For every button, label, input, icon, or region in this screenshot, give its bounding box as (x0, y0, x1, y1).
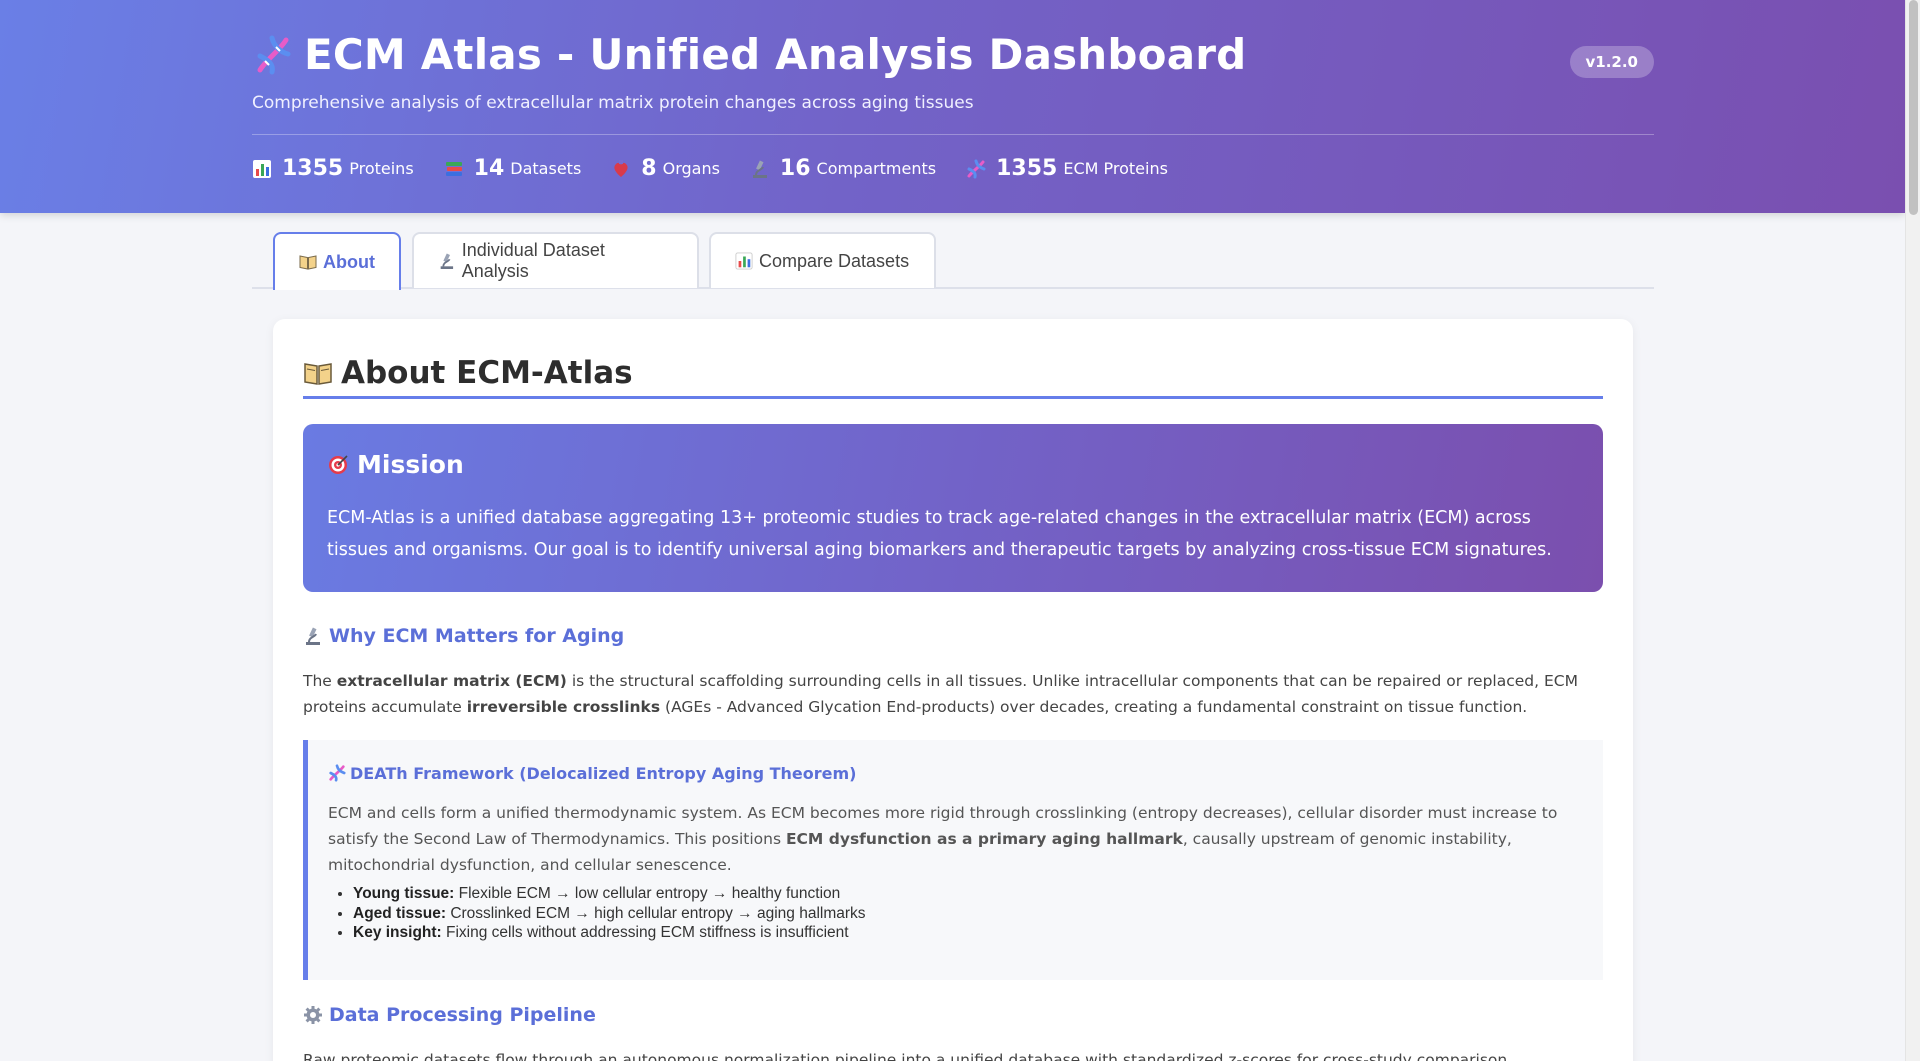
why-text-part: The (303, 672, 337, 690)
tab-compare-datasets[interactable]: Compare Datasets (709, 232, 936, 288)
stat-proteins: 1355 Proteins (252, 156, 414, 181)
header-divider (252, 134, 1654, 135)
framework-text-bold: ECM dysfunction as a primary aging hallm… (785, 830, 1183, 848)
pipeline-heading: Data Processing Pipeline (303, 1004, 596, 1026)
list-item-label: Young tissue: (353, 885, 455, 902)
stat-ecm-proteins: 1355 ECM Proteins (966, 156, 1168, 181)
stat-compartments: 16 Compartments (750, 156, 936, 181)
tab-about[interactable]: About (273, 232, 401, 290)
stat-value: 1355 (282, 156, 344, 181)
bar-chart-icon (735, 252, 753, 270)
book-icon (304, 362, 332, 385)
dna-icon (329, 764, 346, 782)
version-badge: v1.2.0 (1569, 46, 1654, 78)
mission-text: ECM-Atlas is a unified database aggregat… (327, 508, 1552, 560)
pipeline-text: Raw proteomic datasets flow through an a… (303, 1051, 1513, 1061)
list-item-label: Aged tissue: (353, 904, 447, 922)
title-row: ECM Atlas - Unified Analysis Dashboard (252, 30, 1246, 79)
stat-label: Proteins (349, 159, 414, 178)
books-icon (445, 161, 462, 176)
heart-organ-icon (614, 159, 628, 177)
framework-heading: DEATh Framework (Delocalized Entropy Agi… (328, 760, 1583, 786)
list-item: Young tissue: Flexible ECM → low cellula… (353, 884, 1583, 904)
stat-organs: 8 Organs (611, 156, 720, 181)
stat-label: Compartments (816, 159, 937, 178)
stat-value: 1355 (996, 156, 1058, 181)
tab-bar: About Individual Dataset Analysis Compar… (252, 232, 1654, 290)
list-item-text: Flexible ECM → low cellular entropy → he… (454, 885, 841, 902)
app-header: ECM Atlas - Unified Analysis Dashboard v… (0, 0, 1905, 213)
stat-label: ECM Proteins (1063, 159, 1168, 178)
gear-icon (304, 1006, 322, 1024)
mission-panel: Mission ECM-Atlas is a unified database … (303, 424, 1603, 592)
tab-label: Individual Dataset Analysis (461, 240, 605, 281)
dna-icon (967, 159, 986, 178)
tab-individual-dataset-analysis[interactable]: Individual Dataset Analysis (412, 232, 699, 288)
tab-label: About (323, 251, 375, 272)
stat-label: Organs (662, 159, 720, 178)
scrollbar-thumb[interactable] (1909, 0, 1918, 215)
stats-bar: 1355 Proteins 14 Datasets 8 Organs 16 Co… (252, 156, 1198, 181)
list-item-text: Crosslinked ECM → high cellular entropy … (446, 904, 866, 922)
why-text-bold: irreversible crosslinks (466, 698, 661, 716)
list-item-text: Fixing cells without addressing ECM stif… (441, 924, 849, 941)
framework-title: DEATh Framework (Delocalized Entropy Agi… (350, 763, 857, 783)
microscope-icon (306, 627, 320, 645)
about-card: About ECM-Atlas Mission ECM-Atlas is a u… (273, 319, 1633, 1061)
tab-label: Compare Datasets (759, 250, 910, 271)
framework-text: ECM and cells form a unified thermodynam… (328, 800, 1583, 878)
mission-title: Mission (357, 449, 464, 479)
list-item: Aged tissue: Crosslinked ECM → high cell… (353, 904, 1583, 924)
death-framework-panel: DEATh Framework (Delocalized Entropy Agi… (303, 740, 1603, 980)
target-icon (329, 455, 348, 474)
framework-list: Young tissue: Flexible ECM → low cellula… (328, 884, 1583, 943)
book-icon (299, 255, 317, 270)
stat-value: 16 (779, 156, 811, 181)
why-text-part: (AGEs - Advanced Glycation End-products)… (660, 698, 1528, 716)
page-title: ECM Atlas - Unified Analysis Dashboard (304, 30, 1247, 79)
why-ecm-text: The extracellular matrix (ECM) is the st… (303, 668, 1603, 720)
microscope-icon (440, 253, 454, 269)
page-subtitle: Comprehensive analysis of extracellular … (252, 93, 974, 113)
microscope-icon (752, 160, 767, 178)
list-item: Key insight: Fixing cells without addres… (353, 923, 1583, 943)
list-item-label: Key insight: (353, 924, 442, 941)
why-ecm-title: Why ECM Matters for Aging (329, 625, 625, 647)
why-ecm-heading: Why ECM Matters for Aging (303, 625, 624, 647)
pipeline-title: Data Processing Pipeline (329, 1004, 596, 1026)
stat-value: 8 (641, 156, 657, 181)
stat-label: Datasets (510, 159, 582, 178)
about-title: About ECM-Atlas (341, 354, 633, 391)
stat-value: 14 (473, 156, 505, 181)
why-text-bold: extracellular matrix (ECM) (336, 672, 567, 690)
page-scrollbar[interactable] (1905, 0, 1920, 1061)
about-heading: About ECM-Atlas (303, 349, 1603, 399)
header-inner: ECM Atlas - Unified Analysis Dashboard v… (252, 0, 1654, 213)
mission-heading: Mission (327, 448, 1579, 480)
bar-chart-icon (253, 159, 271, 178)
dna-icon (257, 35, 291, 74)
stat-datasets: 14 Datasets (444, 156, 582, 181)
